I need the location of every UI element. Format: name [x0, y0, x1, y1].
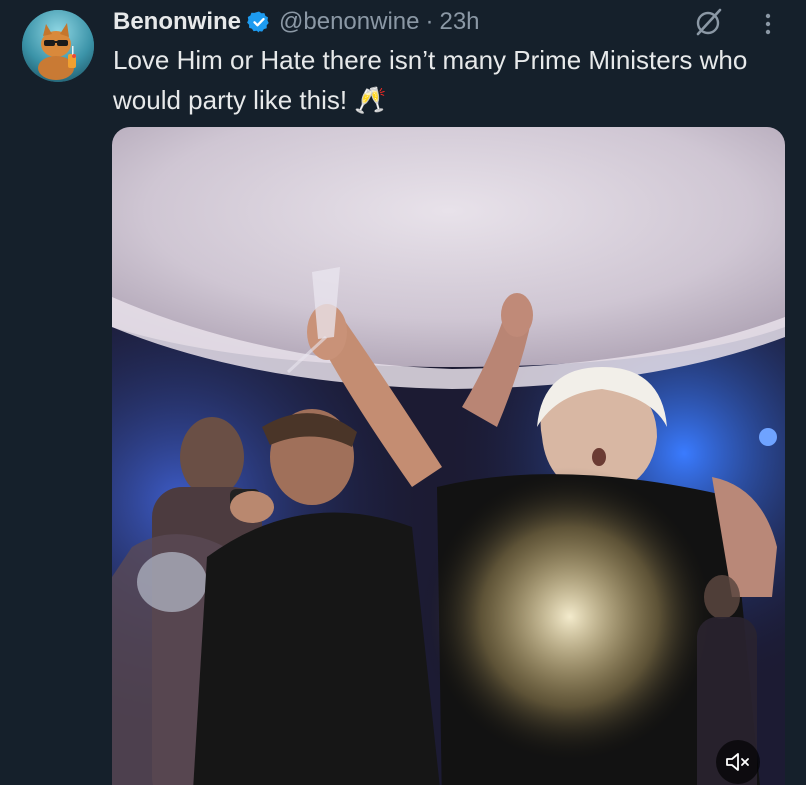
grok-icon[interactable]	[693, 6, 725, 38]
tweet-video[interactable]	[112, 127, 785, 785]
separator-dot: ·	[425, 8, 434, 35]
timestamp[interactable]: 23h	[439, 8, 479, 36]
handle[interactable]: @benonwine	[279, 8, 419, 36]
avatar[interactable]	[22, 10, 94, 82]
tweet-text: Love Him or Hate there isn’t many Prime …	[113, 45, 748, 115]
tweet: Benonwine @benonwine · 23h Love Him or H…	[0, 0, 806, 785]
tweet-header: Benonwine @benonwine · 23h	[113, 6, 480, 38]
display-name[interactable]: Benonwine	[113, 8, 241, 36]
mute-button[interactable]	[716, 740, 760, 784]
verified-badge-icon[interactable]	[247, 10, 271, 34]
muted-speaker-icon	[726, 753, 749, 771]
avatar-image	[22, 10, 94, 82]
video-frame	[112, 127, 785, 785]
more-options-icon[interactable]	[752, 6, 784, 38]
